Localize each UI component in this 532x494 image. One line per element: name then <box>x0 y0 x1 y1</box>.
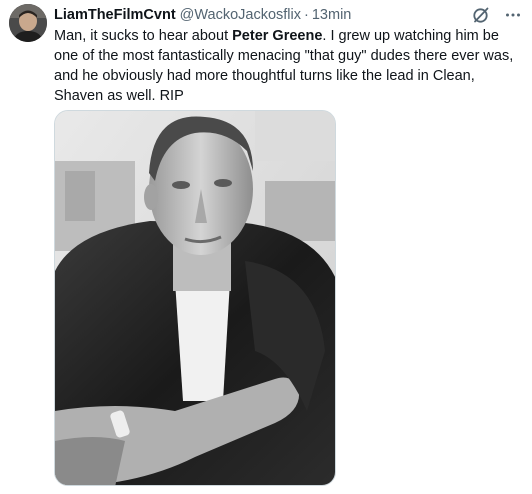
tweet-header: LiamTheFilmCvnt @WackoJackosflix · 13min <box>54 4 524 26</box>
black-and-white-portrait-photo <box>55 111 335 485</box>
grok-icon[interactable] <box>470 4 492 26</box>
timestamp[interactable]: 13min <box>312 7 352 23</box>
avatar[interactable] <box>9 4 47 42</box>
avatar-image <box>9 4 47 42</box>
display-name[interactable]: LiamTheFilmCvnt <box>54 7 176 23</box>
tweet-text-part: Man, it sucks to hear about <box>54 28 233 44</box>
tweet-text-mention[interactable]: Peter Greene <box>232 28 322 44</box>
tweet-media[interactable] <box>54 110 336 486</box>
tweet-text: Man, it sucks to hear about Peter Greene… <box>54 26 524 106</box>
user-handle[interactable]: @WackoJackosflix <box>180 7 301 23</box>
header-actions <box>470 4 524 26</box>
tweet-content: LiamTheFilmCvnt @WackoJackosflix · 13min <box>54 4 524 106</box>
more-icon[interactable] <box>502 4 524 26</box>
tweet[interactable]: LiamTheFilmCvnt @WackoJackosflix · 13min <box>0 0 532 494</box>
separator-dot: · <box>304 7 309 23</box>
